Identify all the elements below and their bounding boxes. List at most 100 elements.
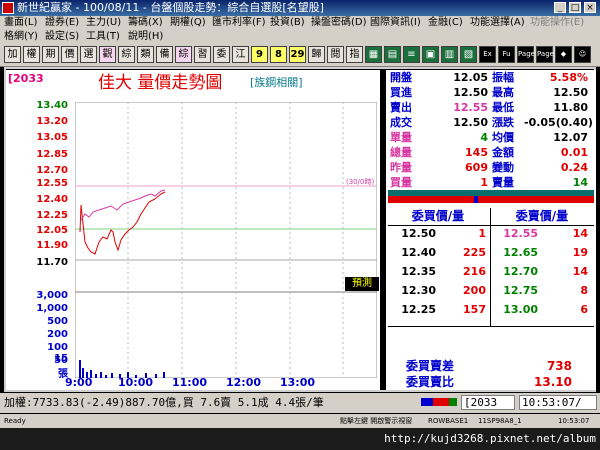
volume-bar bbox=[163, 372, 165, 378]
summary-row: 委買賣比 13.10 bbox=[390, 375, 592, 389]
bid-qty: 216 bbox=[463, 265, 486, 278]
toolbar-button-backup[interactable]: 備 bbox=[156, 46, 173, 63]
chart-icon[interactable]: ▦ bbox=[365, 46, 382, 63]
quote-value: 12.50 bbox=[453, 116, 488, 129]
toolbar-button-weight[interactable]: 權 bbox=[23, 46, 40, 63]
stock-code-input[interactable]: [2033 bbox=[461, 395, 515, 410]
toolbar-button-futures[interactable]: 期 bbox=[42, 46, 59, 63]
related-group-link[interactable]: [族鋼相關] bbox=[250, 74, 303, 90]
arrows-icon[interactable]: ◆ bbox=[555, 46, 572, 63]
market-color-indicator bbox=[421, 398, 457, 406]
quote-label: 單量 bbox=[390, 131, 412, 144]
toolbar-button-page-down[interactable]: Page bbox=[536, 46, 554, 63]
window-title: 新世紀贏家 - 100/08/11 - 台盤個股走勢：綜合自選股[名望股] bbox=[17, 1, 324, 14]
maximize-button[interactable]: □ bbox=[569, 2, 581, 13]
quote-value: 12.50 bbox=[553, 86, 588, 99]
toolbar-button-category[interactable]: 類 bbox=[137, 46, 154, 63]
price-axis-label: 11.70 bbox=[36, 257, 68, 268]
menu-item-tools[interactable]: 工具(T) bbox=[86, 30, 120, 44]
prediction-button[interactable]: 預測 bbox=[345, 277, 379, 291]
price-axis-label: 13.05 bbox=[36, 132, 68, 143]
toolbar-button-price[interactable]: 價 bbox=[61, 46, 78, 63]
toolbar-button-point[interactable]: 指 bbox=[346, 46, 363, 63]
bid-qty: 1 bbox=[478, 227, 486, 240]
clock: 10:53:07/ bbox=[519, 395, 597, 410]
toolbar-button-9[interactable]: 9 bbox=[251, 46, 268, 63]
quote-row: 昨量 609 變動 0.24 bbox=[390, 162, 594, 174]
menu-item-function-select[interactable]: 功能選擇(A) bbox=[470, 16, 525, 30]
order-book-row: 12.35 216 12.70 14 bbox=[390, 265, 592, 279]
toolbar-button-index[interactable]: 加 bbox=[4, 46, 21, 63]
status-field: 11SP98A8_1 bbox=[478, 417, 522, 425]
toolbar-button-29[interactable]: 29 bbox=[289, 46, 306, 63]
toolbar-button-river[interactable]: 江 bbox=[232, 46, 249, 63]
toolbar-button-watch[interactable]: 觀 bbox=[99, 46, 116, 63]
minimize-button[interactable]: _ bbox=[554, 2, 566, 13]
indicator-segment bbox=[433, 398, 449, 406]
volume-bar bbox=[155, 374, 157, 378]
menu-item-investment[interactable]: 投資(B) bbox=[270, 16, 305, 30]
price-volume-chart bbox=[75, 102, 377, 378]
title-bar: 新世紀贏家 - 100/08/11 - 台盤個股走勢：綜合自選股[名望股] _ … bbox=[0, 0, 600, 16]
volume-axis-label: 500 bbox=[47, 316, 68, 327]
menu-item-help[interactable]: 說明(H) bbox=[128, 30, 163, 44]
quote-row: 買量 1 賣量 14 bbox=[390, 177, 594, 189]
quote-value: 4 bbox=[480, 131, 488, 144]
menu-item-grid[interactable]: 格網(Y) bbox=[4, 30, 38, 44]
volume-axis-label: 200 bbox=[47, 329, 68, 340]
person-icon[interactable]: ☺ bbox=[574, 46, 591, 63]
toolbar-button-return[interactable]: 歸 bbox=[308, 46, 325, 63]
summary-label: 委買賣比 bbox=[406, 375, 455, 389]
menu-item-trading-code[interactable]: 操盤密碼(D) bbox=[311, 16, 367, 30]
menu-item-screen[interactable]: 畫面(L) bbox=[4, 16, 37, 30]
menu-item-settings[interactable]: 設定(S) bbox=[45, 30, 79, 44]
order-book-row: 12.25 157 13.00 6 bbox=[390, 303, 592, 317]
toolbar-button-combined[interactable]: 綜 bbox=[118, 46, 135, 63]
toolbar-button-page-up[interactable]: Page bbox=[517, 46, 535, 63]
quote-label: 賣出 bbox=[390, 101, 412, 114]
bid-price: 12.50 bbox=[401, 227, 436, 240]
index-ticker: 加權:7733.83(-2.49)887.70億,買 7.6賣 5.1成 4.4… bbox=[4, 396, 324, 409]
grid-icon[interactable]: ▤ bbox=[384, 46, 401, 63]
toolbar-button-order[interactable]: 委 bbox=[213, 46, 230, 63]
quote-value: 12.07 bbox=[553, 131, 588, 144]
quote-row: 成交 12.50 漲跌 -0.05(0.40) bbox=[390, 117, 594, 129]
status-time: 10:53:07 bbox=[558, 417, 590, 425]
menu-item-forex-rates[interactable]: 匯市利率(F) bbox=[212, 16, 266, 30]
menu-item-main-force[interactable]: 主力(U) bbox=[86, 16, 121, 30]
toolbar-button-combined-2[interactable]: 綜 bbox=[175, 46, 192, 63]
toolbar-button-fu[interactable]: Fu bbox=[498, 46, 515, 63]
time-axis-label: 12:00 bbox=[226, 376, 262, 389]
menu-item-securities[interactable]: 證券(E) bbox=[45, 16, 79, 30]
toolbar-button-ex[interactable]: Ex bbox=[479, 46, 496, 63]
quote-row: 單量 4 均價 12.07 bbox=[390, 132, 594, 144]
window-icon[interactable]: ▣ bbox=[422, 46, 439, 63]
toolbar-button-8[interactable]: 8 bbox=[270, 46, 287, 63]
quote-row: 開盤 12.05 振幅 5.58% bbox=[390, 72, 594, 84]
quote-value: 1 bbox=[480, 176, 488, 189]
time-axis-label: 13:00 bbox=[280, 376, 316, 389]
toolbar-button-habit[interactable]: 習 bbox=[194, 46, 211, 63]
app-icon bbox=[2, 2, 14, 14]
menu-item-finance[interactable]: 金融(C) bbox=[428, 16, 463, 30]
menu-item-futures-options[interactable]: 期權(Q) bbox=[170, 16, 206, 30]
tile-icon[interactable]: ▧ bbox=[460, 46, 477, 63]
ask-price: 12.75 bbox=[503, 284, 538, 297]
menu-item-international[interactable]: 國際資訊(I) bbox=[370, 16, 421, 30]
bid-header: 委買價/量 bbox=[411, 209, 465, 223]
price-axis-label: 12.40 bbox=[36, 194, 68, 205]
quote-label: 昨量 bbox=[390, 161, 412, 174]
price-axis-label: 13.40 bbox=[36, 100, 68, 111]
strength-neutral bbox=[474, 196, 478, 203]
price-axis-label: 13.20 bbox=[36, 116, 68, 127]
ask-qty: 6 bbox=[580, 303, 588, 316]
toolbar-button-select[interactable]: 選 bbox=[80, 46, 97, 63]
close-button[interactable]: × bbox=[584, 2, 596, 13]
quote-value: 11.80 bbox=[553, 101, 588, 114]
toolbar-button-read[interactable]: 閱 bbox=[327, 46, 344, 63]
layout-icon[interactable]: ▥ bbox=[441, 46, 458, 63]
quote-value: 609 bbox=[465, 161, 488, 174]
quote-value: 12.50 bbox=[453, 86, 488, 99]
list-icon[interactable]: ≡ bbox=[403, 46, 420, 63]
menu-item-chips[interactable]: 籌碼(X) bbox=[128, 16, 163, 30]
